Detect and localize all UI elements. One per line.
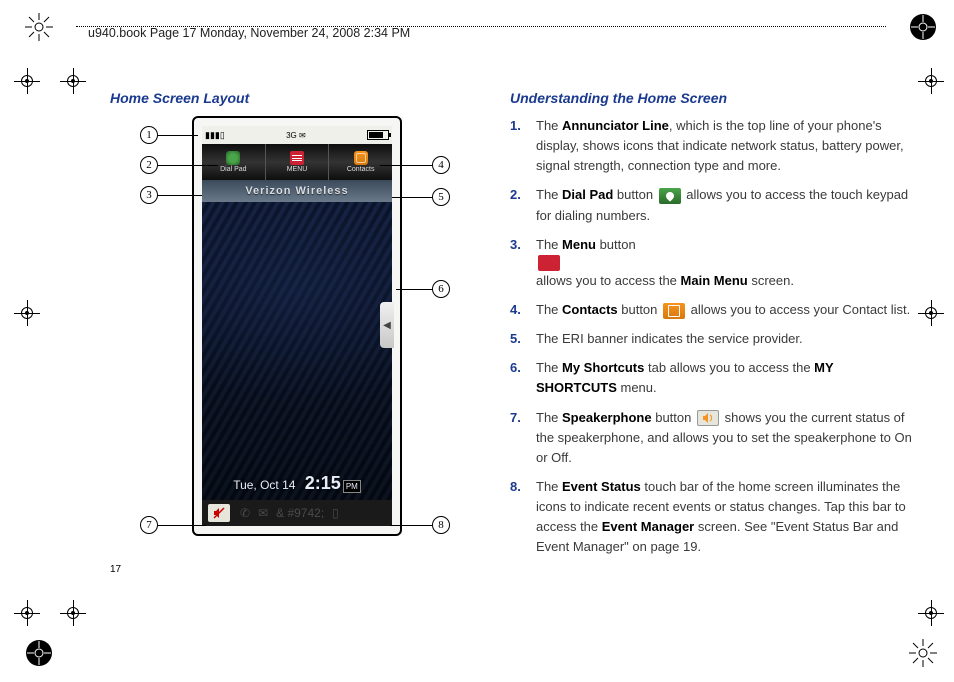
status-icons-row: ✆ ✉ & #9742; ▯ [240, 506, 339, 520]
contacts-label: Contacts [347, 166, 375, 173]
registration-sun-icon [908, 638, 938, 668]
list-item: 7.The Speakerphone button shows you the … [510, 408, 914, 468]
list-item: 6.The My Shortcuts tab allows you to acc… [510, 358, 914, 398]
callout-8: 8 [432, 516, 450, 534]
crop-mark-icon [14, 300, 40, 326]
item-body: The Menu button allows you to access the… [536, 235, 914, 291]
page-number: 17 [110, 564, 121, 575]
callout-lead [390, 525, 432, 526]
list-item: 4.The Contacts button allows you to acce… [510, 300, 914, 320]
item-body: The My Shortcuts tab allows you to acces… [536, 358, 914, 398]
status-icons: 3G ✉ [286, 131, 306, 140]
clock-row: Tue, Oct 14 2:15PM [202, 473, 392, 494]
crop-mark-icon [60, 600, 86, 626]
callout-7: 7 [140, 516, 158, 534]
callout-6: 6 [432, 280, 450, 298]
dial-pad-icon [659, 188, 681, 204]
crop-mark-icon [60, 68, 86, 94]
document-header: u940.book Page 17 Monday, November 24, 2… [88, 26, 410, 40]
callout-lead [158, 525, 206, 526]
device-icon: ▯ [332, 506, 339, 520]
list-item: 2.The Dial Pad button allows you to acce… [510, 185, 914, 225]
callout-lead [396, 289, 432, 290]
missed-call-icon: ✆ [240, 506, 250, 520]
dial-pad-button[interactable]: Dial Pad [202, 144, 265, 180]
list-item: 3.The Menu button allows you to access t… [510, 235, 914, 291]
callout-2: 2 [140, 156, 158, 174]
section-title-layout: Home Screen Layout [110, 90, 470, 106]
item-number: 5. [510, 329, 536, 349]
menu-label: MENU [287, 166, 308, 173]
item-number: 6. [510, 358, 536, 398]
contacts-button[interactable]: Contacts [328, 144, 392, 180]
callout-1: 1 [140, 126, 158, 144]
speakerphone-button[interactable] [208, 504, 230, 522]
item-body: The Annunciator Line, which is the top l… [536, 116, 914, 176]
crop-mark-icon [918, 600, 944, 626]
crop-mark-icon [14, 68, 40, 94]
phone-diagram: ▮▮▮▯ 3G ✉ Dial Pad MENU [140, 116, 440, 556]
toolbar: Dial Pad MENU Contacts [202, 144, 392, 180]
list-item: 5.The ERI banner indicates the service p… [510, 329, 914, 349]
crop-mark-icon [918, 68, 944, 94]
date-text: Tue, Oct 14 [233, 478, 295, 492]
section-title-understanding: Understanding the Home Screen [510, 90, 914, 106]
list-item: 1.The Annunciator Line, which is the top… [510, 116, 914, 176]
event-status-bar[interactable]: ✆ ✉ & #9742; ▯ [202, 500, 392, 526]
crop-mark-icon [918, 300, 944, 326]
list-item: 8.The Event Status touch bar of the home… [510, 477, 914, 558]
callout-3: 3 [140, 186, 158, 204]
wallpaper: ◀ Tue, Oct 14 2:15PM [202, 202, 392, 500]
registration-sun-icon [908, 12, 938, 42]
phone-screen: ▮▮▮▯ 3G ✉ Dial Pad MENU [202, 126, 392, 526]
dial-pad-label: Dial Pad [220, 166, 246, 173]
item-body: The Speakerphone button shows you the cu… [536, 408, 914, 468]
item-body: The Dial Pad button allows you to access… [536, 185, 914, 225]
speaker-icon [697, 410, 719, 426]
registration-sun-icon [24, 638, 54, 668]
annunciator-line: ▮▮▮▯ 3G ✉ [202, 126, 392, 144]
callout-lead [380, 165, 432, 166]
item-number: 7. [510, 408, 536, 468]
callout-lead [158, 165, 218, 166]
ampm-text: PM [343, 480, 361, 493]
item-number: 4. [510, 300, 536, 320]
registration-sun-icon [24, 12, 54, 42]
callout-lead [158, 135, 198, 136]
callout-4: 4 [432, 156, 450, 174]
callout-lead [158, 195, 202, 196]
my-shortcuts-tab[interactable]: ◀ [380, 302, 394, 348]
signal-icon: ▮▮▮▯ [205, 130, 225, 141]
item-number: 3. [510, 235, 536, 291]
message-icon: ✉ [258, 506, 268, 520]
speaker-off-icon [212, 506, 226, 520]
contacts-icon [354, 151, 368, 165]
item-number: 1. [510, 116, 536, 176]
callout-lead [392, 197, 432, 198]
contacts-icon [663, 303, 685, 319]
voicemail-icon: & #9742; [276, 506, 324, 520]
crop-mark-icon [14, 600, 40, 626]
battery-icon [367, 130, 389, 140]
item-body: The Contacts button allows you to access… [536, 300, 914, 320]
callout-5: 5 [432, 188, 450, 206]
eri-banner: Verizon Wireless [202, 180, 392, 202]
item-number: 8. [510, 477, 536, 558]
item-body: The Event Status touch bar of the home s… [536, 477, 914, 558]
dial-pad-icon [226, 151, 240, 165]
phone-outline: ▮▮▮▯ 3G ✉ Dial Pad MENU [192, 116, 402, 536]
menu-icon [538, 255, 560, 271]
description-list: 1.The Annunciator Line, which is the top… [510, 116, 914, 558]
item-body: The ERI banner indicates the service pro… [536, 329, 914, 349]
menu-button[interactable]: MENU [265, 144, 329, 180]
item-number: 2. [510, 185, 536, 225]
time-text: 2:15 [305, 473, 341, 493]
menu-icon [290, 151, 304, 165]
